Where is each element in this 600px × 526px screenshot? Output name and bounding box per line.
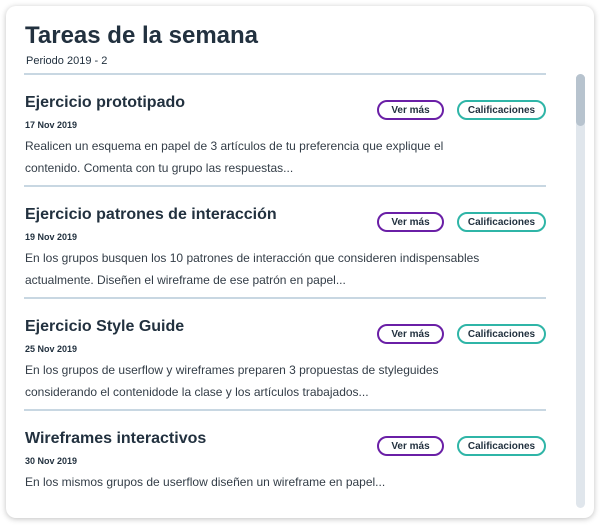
task-title: Ejercicio patrones de interacción [25,206,277,223]
task-item: Wireframes interactivos 30 Nov 2019 En l… [24,411,546,518]
task-description: Realicen un esquema en papel de 3 artícu… [25,139,444,175]
grades-button[interactable]: Calificaciones [457,212,546,232]
task-description: En los mismos grupos de userflow diseñen… [25,475,386,489]
see-more-button[interactable]: Ver más [377,100,444,120]
grades-button[interactable]: Calificaciones [457,324,546,344]
task-title: Ejercicio Style Guide [25,318,185,335]
see-more-button[interactable]: Ver más [377,324,444,344]
task-date: 30 Nov 2019 [25,456,78,466]
scrollbar-track[interactable] [576,74,585,508]
task-item: Ejercicio prototipado 17 Nov 2019 Realic… [24,75,546,187]
tasks-card: Tareas de la semana Periodo 2019 - 2 Eje… [6,6,594,518]
grades-button[interactable]: Calificaciones [457,100,546,120]
task-item: Ejercicio patrones de interacción 19 Nov… [24,187,546,299]
grades-button[interactable]: Calificaciones [457,436,546,456]
task-date: 17 Nov 2019 [25,120,78,130]
task-date: 25 Nov 2019 [25,344,78,354]
task-description: En los grupos busquen los 10 patrones de… [25,251,480,287]
see-more-button[interactable]: Ver más [377,436,444,456]
task-title: Ejercicio prototipado [25,94,186,111]
see-more-button[interactable]: Ver más [377,212,444,232]
task-description: En los grupos de userflow y wireframes p… [25,363,439,399]
task-date: 19 Nov 2019 [25,232,78,242]
period-label: Periodo 2019 - 2 [26,55,108,67]
task-item: Ejercicio Style Guide 25 Nov 2019 En los… [24,299,546,411]
scrollbar-thumb[interactable] [576,74,585,126]
task-list: Ejercicio prototipado 17 Nov 2019 Realic… [24,75,546,518]
task-title: Wireframes interactivos [25,430,207,447]
page-title: Tareas de la semana [25,22,259,49]
